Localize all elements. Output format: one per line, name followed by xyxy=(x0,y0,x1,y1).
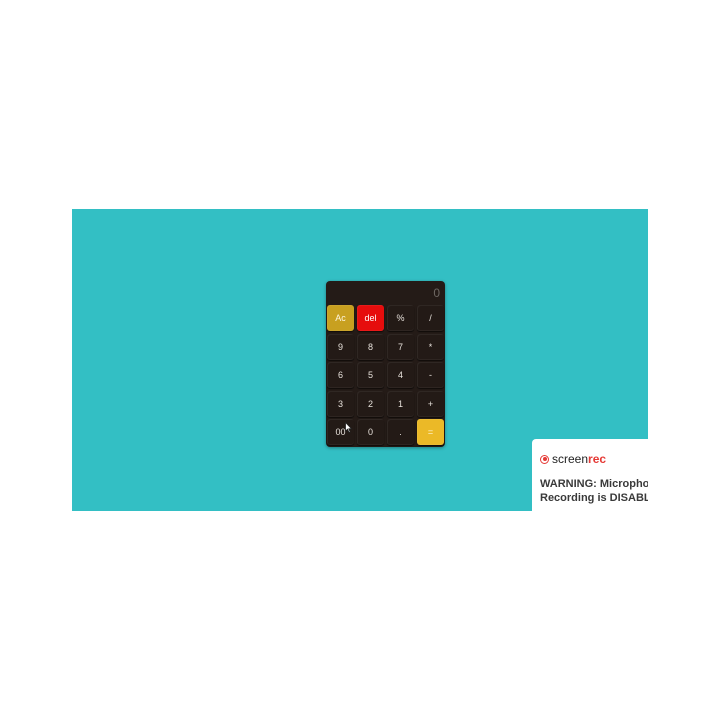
display-value: 0 xyxy=(433,286,440,300)
warning-line-2: Recording is DISABLED xyxy=(540,492,648,504)
digit-0-button[interactable]: 0 xyxy=(357,419,384,446)
screenrec-notification: screenrec WARNING: Microphone Recording … xyxy=(532,439,648,511)
multiply-button[interactable]: * xyxy=(417,333,444,360)
digit-9-button[interactable]: 9 xyxy=(327,333,354,360)
digit-1-button[interactable]: 1 xyxy=(387,390,414,417)
digit-5-button[interactable]: 5 xyxy=(357,362,384,389)
divide-button[interactable]: / xyxy=(417,305,444,331)
digit-8-button[interactable]: 8 xyxy=(357,333,384,360)
digit-7-button[interactable]: 7 xyxy=(387,333,414,360)
screenrec-logo: screen rec xyxy=(540,452,606,466)
calculator-display: 0 xyxy=(326,281,445,305)
warning-line-1: WARNING: Microphone xyxy=(540,478,648,490)
subtract-button[interactable]: - xyxy=(417,362,444,389)
microphone-warning: WARNING: Microphone Recording is DISABLE… xyxy=(540,477,648,505)
delete-button[interactable]: del xyxy=(357,305,384,331)
digit-4-button[interactable]: 4 xyxy=(387,362,414,389)
clear-button[interactable]: Ac xyxy=(327,305,354,331)
digit-6-button[interactable]: 6 xyxy=(327,362,354,389)
add-button[interactable]: + xyxy=(417,390,444,417)
equals-button[interactable]: = xyxy=(417,419,444,446)
record-icon xyxy=(540,454,549,464)
mouse-cursor-icon xyxy=(345,421,353,434)
digit-2-button[interactable]: 2 xyxy=(357,390,384,417)
decimal-button[interactable]: . xyxy=(387,419,414,446)
calculator: 0 Ac del%/9 8 7 * 6 5 4-3 2 1 +00 0. = xyxy=(326,281,445,447)
percent-button[interactable]: % xyxy=(387,305,414,331)
digit-3-button[interactable]: 3 xyxy=(327,390,354,417)
